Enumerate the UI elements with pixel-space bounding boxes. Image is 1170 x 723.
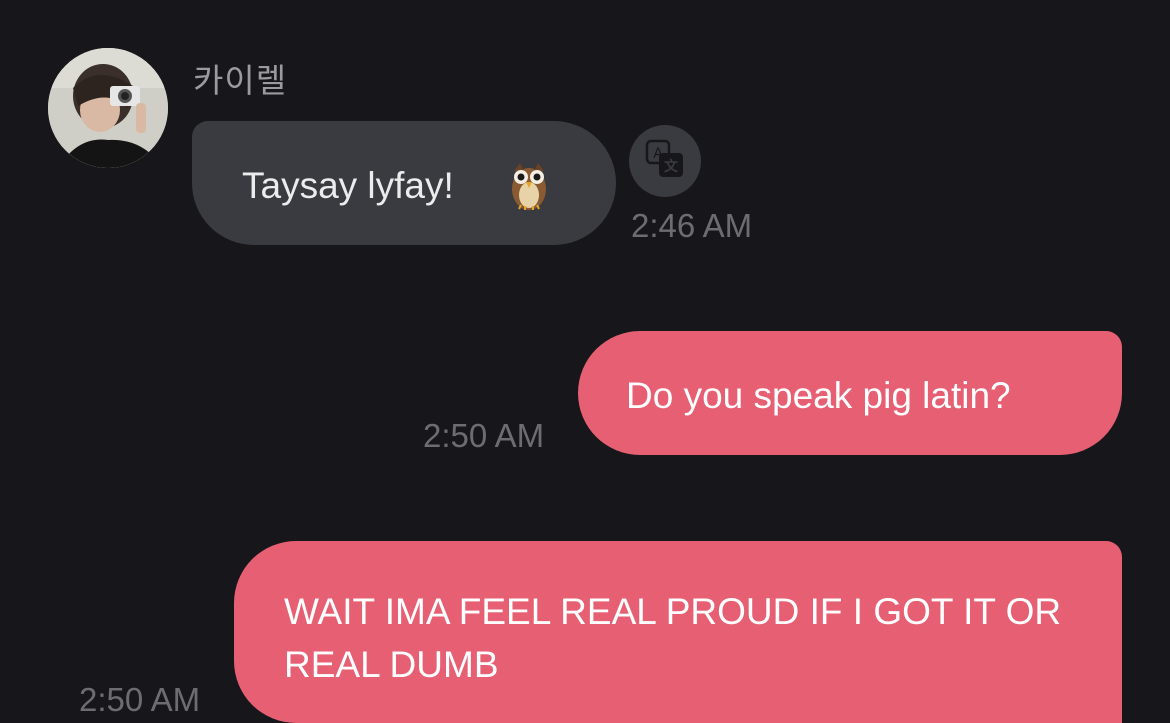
message-text: Taysay lyfay! <box>242 165 454 206</box>
outgoing-message-bubble[interactable]: Do you speak pig latin? <box>578 331 1122 455</box>
avatar-photo <box>48 48 168 168</box>
owl-emoji-icon <box>512 163 546 210</box>
sender-name: 카이렐 <box>193 61 288 100</box>
svg-text:文: 文 <box>664 158 679 175</box>
outgoing-message-bubble[interactable]: WAIT IMA FEEL REAL PROUD IF I GOT IT OR … <box>234 541 1122 723</box>
message-text: WAIT IMA FEEL REAL PROUD IF I GOT IT OR … <box>284 591 1062 685</box>
incoming-message-bubble[interactable]: Taysay lyfay! <box>192 121 616 245</box>
translate-icon: A 文 <box>645 139 683 177</box>
message-timestamp: 2:46 AM <box>631 207 753 244</box>
sender-avatar[interactable] <box>48 48 168 168</box>
chat-screen: 카이렐 Taysay lyfay! A 文 2:46 AM 2:50 AM Do… <box>0 0 1170 723</box>
message-timestamp: 2:50 AM <box>79 681 201 718</box>
message-text: Do you speak pig latin? <box>626 375 1011 416</box>
translate-button[interactable]: A 文 <box>629 125 701 197</box>
message-timestamp: 2:50 AM <box>423 417 545 454</box>
